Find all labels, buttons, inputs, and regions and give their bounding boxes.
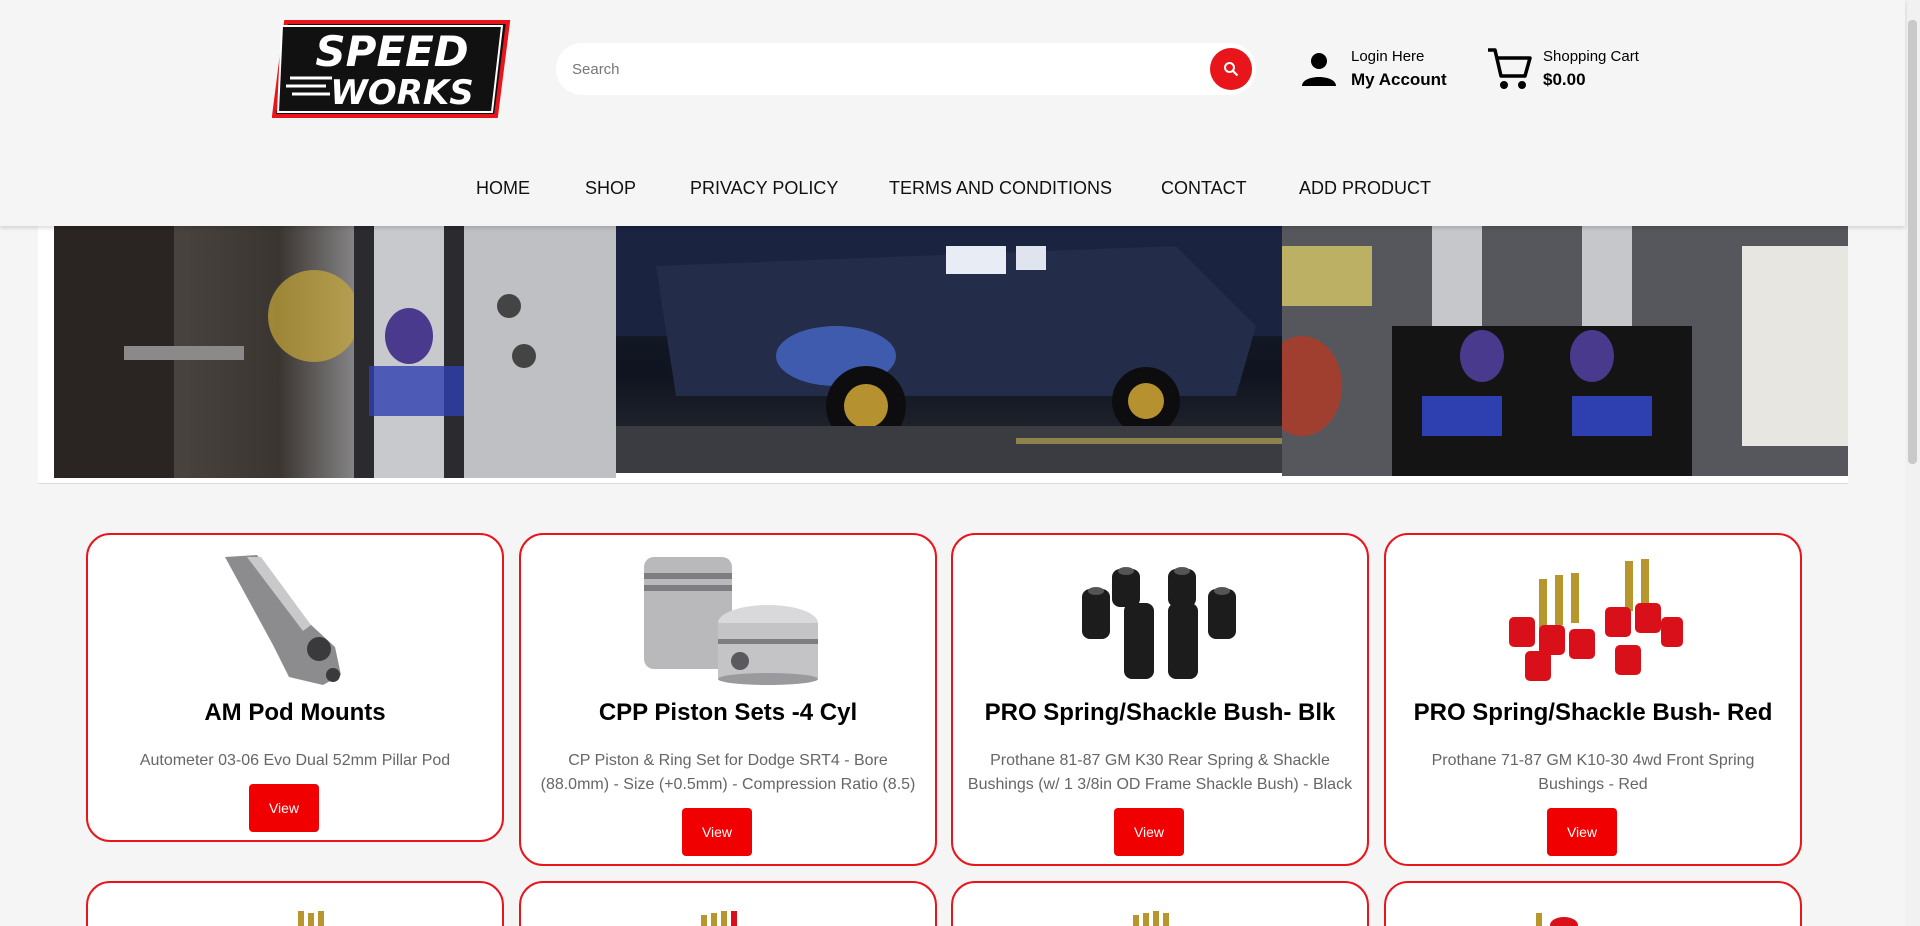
product-description: Prothane 71-87 GM K10-30 4wd Front Sprin… (1431, 752, 1755, 793)
search-bar (556, 43, 1256, 95)
product-card (86, 881, 504, 926)
product-title: CPP Piston Sets -4 Cyl (598, 699, 858, 726)
user-icon (1302, 53, 1336, 86)
page-scrollbar[interactable] (1905, 0, 1920, 926)
view-button[interactable]: View (1547, 808, 1617, 856)
product-title: PRO Spring/Shackle Bush- Red (1413, 699, 1773, 726)
product-image-partial (1536, 913, 1578, 926)
view-button[interactable]: View (1114, 808, 1184, 856)
product-card (519, 881, 937, 926)
product-card (1384, 881, 1802, 926)
nav-shop[interactable]: SHOP (585, 178, 636, 199)
product-image-pillar-pod (225, 555, 341, 685)
search-icon (1224, 62, 1239, 77)
scrollbar-thumb[interactable] (1908, 20, 1917, 464)
shopping-cart-link[interactable]: Shopping Cart $0.00 (1486, 46, 1646, 94)
product-description: CP Piston & Ring Set for Dodge SRT4 - Bo… (540, 752, 916, 793)
cart-total: $0.00 (1543, 70, 1586, 89)
account-login-label: Login Here (1351, 48, 1425, 65)
product-title: AM Pod Mounts (204, 699, 386, 726)
hero-image-shocks-table (1282, 226, 1848, 476)
product-card: CPP Piston Sets -4 Cyl CP Piston & Ring … (519, 533, 937, 866)
nav-terms-and-conditions[interactable]: TERMS AND CONDITIONS (889, 178, 1112, 199)
hero-banner (38, 226, 1848, 484)
view-button[interactable]: View (682, 808, 752, 856)
nav-home[interactable]: HOME (476, 178, 530, 199)
account-link[interactable]: Login Here My Account (1300, 46, 1460, 94)
site-header: SPEED WORKS Login Here My Account Shoppi… (0, 0, 1905, 226)
logo-word-top: SPEED (315, 27, 468, 76)
product-image-partial (1133, 911, 1169, 926)
product-card (951, 881, 1369, 926)
product-card: PRO Spring/Shackle Bush- Blk Prothane 81… (951, 533, 1369, 866)
search-button[interactable] (1210, 48, 1252, 90)
hero-image-shock-install (54, 226, 616, 478)
search-input[interactable] (572, 43, 1172, 95)
hero-image-car-exhaust (616, 226, 1282, 473)
nav-privacy-policy[interactable]: PRIVACY POLICY (690, 178, 838, 199)
product-image-partial (298, 911, 324, 926)
cart-label: Shopping Cart (1543, 48, 1639, 65)
product-title: PRO Spring/Shackle Bush- Blk (984, 699, 1336, 726)
product-image-black-bushings (1082, 567, 1236, 679)
product-card: AM Pod Mounts Autometer 03-06 Evo Dual 5… (86, 533, 504, 842)
account-label: My Account (1351, 70, 1447, 89)
nav-contact[interactable]: CONTACT (1161, 178, 1247, 199)
main-nav: HOME SHOP PRIVACY POLICY TERMS AND CONDI… (0, 178, 1905, 206)
product-image-red-bushings (1509, 559, 1683, 681)
speedworks-logo[interactable]: SPEED WORKS (272, 18, 512, 120)
product-description: Prothane 81-87 GM K30 Rear Spring & Shac… (967, 752, 1353, 793)
nav-add-product[interactable]: ADD PRODUCT (1299, 178, 1431, 199)
view-button[interactable]: View (249, 784, 319, 832)
product-description: Autometer 03-06 Evo Dual 52mm Pillar Pod (139, 752, 451, 769)
product-image-partial (701, 911, 737, 926)
product-image-pistons (644, 557, 818, 685)
logo-word-bottom: WORKS (330, 73, 473, 113)
cart-icon (1488, 48, 1532, 89)
product-card: PRO Spring/Shackle Bush- Red Prothane 71… (1384, 533, 1802, 866)
